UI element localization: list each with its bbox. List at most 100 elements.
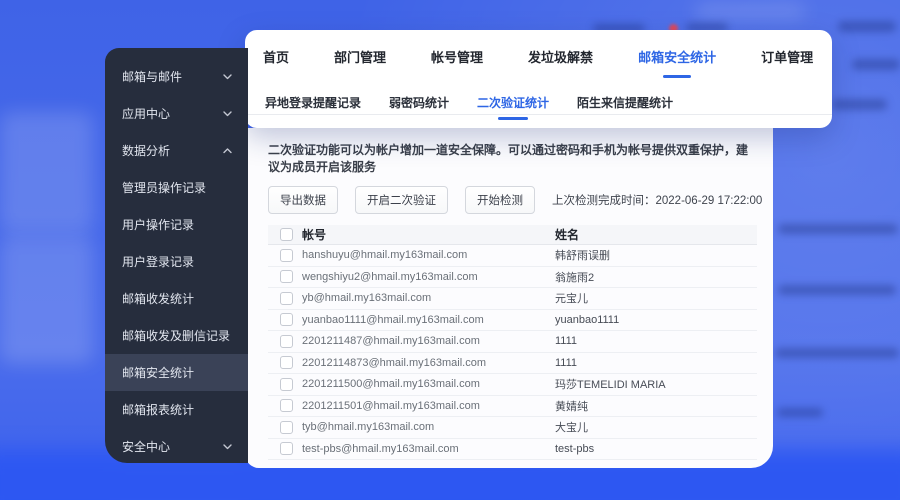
table-row: 2201211487@hmail.my163mail.com 1111: [268, 331, 757, 353]
table-row: tyb@hmail.my163mail.com 大宝儿: [268, 417, 757, 439]
sidebar-item-admin-operation-log[interactable]: 管理员操作记录: [105, 169, 248, 206]
sidebar-item-label: 邮箱安全统计: [122, 364, 194, 381]
tab-mail-security-stats[interactable]: 邮箱安全统计: [638, 47, 716, 66]
column-header-name: 姓名: [555, 226, 757, 243]
row-checkbox[interactable]: [280, 356, 293, 369]
sidebar-item-label: 应用中心: [122, 105, 170, 122]
name-cell: 韩舒雨误删: [555, 247, 757, 263]
column-header-account: 帐号: [302, 226, 555, 243]
row-checkbox[interactable]: [280, 292, 293, 305]
row-checkbox[interactable]: [280, 442, 293, 455]
sidebar-item-mail-send-receive-stats[interactable]: 邮箱收发统计: [105, 280, 248, 317]
sidebar-item-mail-and-messages[interactable]: 邮箱与邮件: [105, 58, 248, 95]
subtab-weak-password[interactable]: 弱密码统计: [389, 94, 449, 111]
row-checkbox[interactable]: [280, 313, 293, 326]
chevron-down-icon: [223, 74, 232, 80]
name-cell: 1111: [555, 335, 757, 347]
start-check-button[interactable]: 开始检测: [465, 186, 535, 214]
table-row: wengshiyu2@hmail.my163mail.com 翁施雨2: [268, 267, 757, 289]
name-cell: 大宝儿: [555, 419, 757, 435]
name-cell: 元宝儿: [555, 290, 757, 306]
row-checkbox[interactable]: [280, 270, 293, 283]
sidebar-item-label: 邮箱与邮件: [122, 68, 182, 85]
table-row: 2201211500@hmail.my163mail.com 玛莎TEMELID…: [268, 374, 757, 396]
table-header-row: 帐号 姓名: [268, 225, 757, 245]
row-checkbox[interactable]: [280, 399, 293, 412]
sidebar-item-mail-delete-log[interactable]: 邮箱收发及删信记录: [105, 317, 248, 354]
row-checkbox[interactable]: [280, 249, 293, 262]
name-cell: 玛莎TEMELIDI MARIA: [555, 376, 757, 392]
sidebar-item-label: 用户登录记录: [122, 253, 194, 270]
sidebar-item-app-center[interactable]: 应用中心: [105, 95, 248, 132]
account-cell: tyb@hmail.my163mail.com: [302, 421, 555, 433]
bg-blur-text: [775, 348, 899, 358]
sidebar-item-user-operation-log[interactable]: 用户操作记录: [105, 206, 248, 243]
table-row: 2201211501@hmail.my163mail.com 黄婧纯: [268, 396, 757, 418]
row-checkbox[interactable]: [280, 335, 293, 348]
bg-blur-panel: [0, 236, 93, 364]
feature-description: 二次验证功能可以为帐户增加一道安全保障。可以通过密码和手机为帐号提供双重保护，建…: [268, 141, 757, 175]
account-cell: yuanbao1111@hmail.my163mail.com: [302, 314, 555, 326]
bg-blur-text: [778, 285, 896, 295]
toolbar: 导出数据 开启二次验证 开始检测 上次检测完成时间：2022-06-29 17:…: [268, 186, 773, 214]
table-row: 22012114873@hmail.my163mail.com 1111: [268, 353, 757, 375]
sidebar-item-mail-report-stats[interactable]: 邮箱报表统计: [105, 391, 248, 428]
chevron-down-icon: [223, 444, 232, 450]
table-row: yb@hmail.my163mail.com 元宝儿: [268, 288, 757, 310]
last-check-time: 上次检测完成时间：2022-06-29 17:22:00: [552, 192, 762, 208]
sidebar-item-label: 管理员操作记录: [122, 179, 206, 196]
export-data-button[interactable]: 导出数据: [268, 186, 338, 214]
select-all-checkbox[interactable]: [280, 228, 293, 241]
account-cell: 2201211501@hmail.my163mail.com: [302, 400, 555, 412]
bg-blur-text: [852, 59, 900, 70]
name-cell: test-pbs: [555, 443, 757, 455]
table-row: test-pbs@hmail.my163mail.com test-pbs: [268, 439, 757, 461]
sidebar-item-user-login-log[interactable]: 用户登录记录: [105, 243, 248, 280]
tab-spam-unban[interactable]: 发垃圾解禁: [528, 47, 593, 66]
account-cell: 22012114873@hmail.my163mail.com: [302, 357, 555, 369]
account-cell: 2201211487@hmail.my163mail.com: [302, 335, 555, 347]
account-cell: yb@hmail.my163mail.com: [302, 292, 555, 304]
tab-home[interactable]: 首页: [263, 47, 289, 66]
enable-2fa-button[interactable]: 开启二次验证: [355, 186, 448, 214]
tab-department[interactable]: 部门管理: [334, 47, 386, 66]
tab-orders[interactable]: 订单管理: [761, 47, 813, 66]
name-cell: 黄婧纯: [555, 398, 757, 414]
tab-account[interactable]: 帐号管理: [431, 47, 483, 66]
accounts-table: 帐号 姓名 hanshuyu@hmail.my163mail.com 韩舒雨误删…: [268, 225, 757, 460]
chevron-up-icon: [223, 148, 232, 154]
content-panel: 二次验证功能可以为帐户增加一道安全保障。可以通过密码和手机为帐号提供双重保护，建…: [245, 128, 773, 468]
subtab-remote-login[interactable]: 异地登录提醒记录: [265, 94, 361, 111]
table-row: hanshuyu@hmail.my163mail.com 韩舒雨误删: [268, 245, 757, 267]
subtab-2fa-stats[interactable]: 二次验证统计: [477, 94, 549, 111]
sidebar-item-label: 数据分析: [122, 142, 170, 159]
account-cell: wengshiyu2@hmail.my163mail.com: [302, 271, 555, 283]
bg-blur-text: [777, 408, 823, 417]
sidebar: 邮箱与邮件 应用中心 数据分析 管理员操作记录 用户操作记录 用户登录记录 邮箱…: [105, 48, 248, 463]
name-cell: 1111: [555, 357, 757, 369]
bg-blur-pill: [695, 5, 805, 17]
account-cell: test-pbs@hmail.my163mail.com: [302, 443, 555, 455]
main-nav: 首页 部门管理 帐号管理 发垃圾解禁 邮箱安全统计 订单管理: [245, 30, 832, 66]
sidebar-item-label: 邮箱收发统计: [122, 290, 194, 307]
account-cell: 2201211500@hmail.my163mail.com: [302, 378, 555, 390]
table-row: yuanbao1111@hmail.my163mail.com yuanbao1…: [268, 310, 757, 332]
sidebar-item-mail-security-stats[interactable]: 邮箱安全统计: [105, 354, 248, 391]
bg-blur-text: [832, 99, 887, 110]
name-cell: yuanbao1111: [555, 314, 757, 326]
sidebar-item-data-analysis[interactable]: 数据分析: [105, 132, 248, 169]
bg-blur-text: [838, 21, 896, 32]
bg-blur-text: [778, 224, 898, 234]
sidebar-item-label: 邮箱收发及删信记录: [122, 327, 230, 344]
app-window: 二次验证功能可以为帐户增加一道安全保障。可以通过密码和手机为帐号提供双重保护，建…: [0, 0, 900, 500]
header-card: 首页 部门管理 帐号管理 发垃圾解禁 邮箱安全统计 订单管理 异地登录提醒记录 …: [245, 30, 832, 128]
sidebar-item-security-center[interactable]: 安全中心: [105, 428, 248, 465]
row-checkbox[interactable]: [280, 378, 293, 391]
chevron-down-icon: [223, 111, 232, 117]
sidebar-item-label: 安全中心: [122, 438, 170, 455]
sub-nav: 异地登录提醒记录 弱密码统计 二次验证统计 陌生来信提醒统计: [245, 114, 832, 115]
subtab-stranger-mail[interactable]: 陌生来信提醒统计: [577, 94, 673, 111]
row-checkbox[interactable]: [280, 421, 293, 434]
sidebar-item-label: 用户操作记录: [122, 216, 194, 233]
account-cell: hanshuyu@hmail.my163mail.com: [302, 249, 555, 261]
